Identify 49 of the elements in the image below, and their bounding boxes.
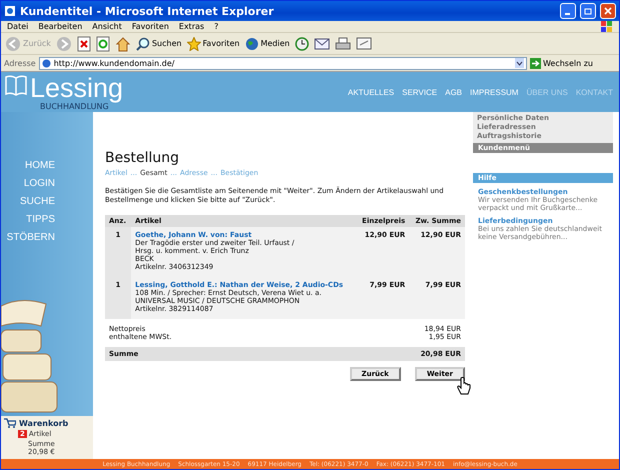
sidebar-link[interactable]: STÖBERN	[6, 232, 55, 243]
browser-icon	[4, 5, 16, 17]
sidebar-link[interactable]: LOGIN	[24, 178, 55, 189]
search-icon[interactable]	[136, 36, 150, 50]
close-icon	[604, 7, 612, 15]
sidebar-link[interactable]: SUCHE	[20, 196, 55, 207]
address-field[interactable]: http://www.kundendomain.de/	[38, 56, 527, 70]
mail-icon[interactable]	[314, 38, 330, 50]
minimize-button[interactable]	[560, 3, 576, 19]
nav-link[interactable]: SERVICE	[402, 88, 438, 97]
hand-cursor-icon	[457, 377, 471, 397]
shopping-cart-icon[interactable]	[4, 418, 16, 428]
restore-icon	[584, 7, 592, 15]
refresh-icon[interactable]	[96, 36, 110, 52]
menu-item[interactable]: Extras	[178, 22, 204, 31]
dropdown-icon[interactable]	[514, 58, 524, 68]
globe-icon[interactable]	[244, 36, 259, 50]
nav-link[interactable]: IMPRESSUM	[470, 88, 518, 97]
printer-icon[interactable]	[334, 36, 351, 50]
stop-icon[interactable]	[76, 36, 91, 52]
close-button[interactable]	[600, 3, 616, 19]
page-icon	[42, 58, 51, 68]
menu-item[interactable]: Datei	[7, 22, 28, 31]
sidebar-link[interactable]: TIPPS	[26, 214, 55, 225]
sidebar-link[interactable]: HOME	[25, 160, 55, 171]
home-icon[interactable]	[114, 36, 131, 52]
media-button[interactable]: Medien	[244, 36, 290, 50]
menu-item[interactable]: ?	[214, 22, 218, 31]
search-button[interactable]: Suchen	[136, 36, 182, 50]
arrow-icon	[530, 58, 541, 68]
menu-item[interactable]: Favoriten	[132, 22, 169, 31]
favorites-button[interactable]: Favoriten	[186, 36, 240, 50]
window-title: Kundentitel - Microsoft Internet Explorer	[20, 4, 275, 18]
edit-page-icon[interactable]	[356, 37, 372, 50]
logo-text: Lessing	[30, 74, 124, 102]
windows-logo-icon	[601, 21, 613, 32]
page-title: Bestellung	[105, 150, 180, 166]
nav-link[interactable]: AGB	[445, 88, 462, 97]
star-icon[interactable]	[186, 36, 201, 50]
menu-item[interactable]: Ansicht	[92, 22, 122, 31]
logo-subtitle: BUCHHANDLUNG	[40, 102, 109, 111]
address-label: Adresse	[4, 58, 36, 68]
open-book-logo-icon	[5, 74, 27, 96]
go-button[interactable]: Wechseln zu	[530, 58, 593, 68]
clock-icon[interactable]	[294, 36, 309, 50]
cart-title[interactable]: Warenkorb	[19, 418, 68, 428]
menu-item[interactable]: Bearbeiten	[38, 22, 82, 31]
restore-button[interactable]	[580, 3, 596, 19]
nav-link[interactable]: AKTUELLES	[348, 88, 394, 97]
